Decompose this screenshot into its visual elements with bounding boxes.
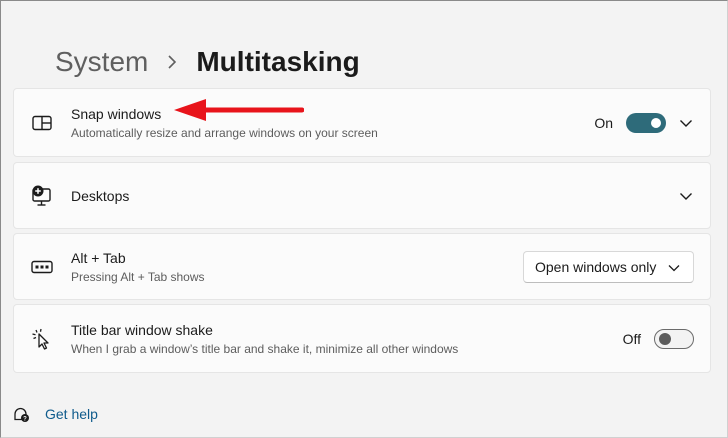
chevron-down-icon[interactable] <box>678 115 694 131</box>
chevron-down-icon[interactable] <box>678 188 694 204</box>
title-bar-shake-state-label: Off <box>622 330 641 347</box>
desktop-add-icon <box>30 184 54 208</box>
page-title: Multitasking <box>196 46 360 77</box>
snap-layout-icon <box>30 111 54 135</box>
annotation-arrow <box>174 99 304 121</box>
svg-text:?: ? <box>23 416 27 422</box>
desktops-title: Desktops <box>71 187 130 204</box>
get-help[interactable]: ? Get help <box>12 405 98 423</box>
alt-tab-title: Alt + Tab <box>71 249 126 266</box>
help-chat-icon: ? <box>14 407 29 422</box>
keyboard-icon <box>30 255 54 279</box>
breadcrumb-system[interactable]: System <box>55 46 148 78</box>
snap-windows-card[interactable]: Snap windows Automatically resize and ar… <box>13 88 711 157</box>
title-bar-shake-toggle[interactable] <box>654 328 694 349</box>
alt-tab-dropdown-value: Open windows only <box>535 258 657 275</box>
breadcrumb-separator-icon <box>166 55 178 69</box>
snap-windows-state-label: On <box>594 114 613 131</box>
title-bar-shake-title: Title bar window shake <box>71 321 213 338</box>
snap-windows-toggle[interactable] <box>626 112 666 133</box>
alt-tab-dropdown[interactable]: Open windows only <box>523 250 694 283</box>
title-bar-shake-card: Title bar window shake When I grab a win… <box>13 304 711 373</box>
breadcrumb: System Multitasking <box>55 42 360 82</box>
chevron-down-icon <box>668 264 680 271</box>
alt-tab-description: Pressing Alt + Tab shows <box>71 269 205 284</box>
snap-windows-description: Automatically resize and arrange windows… <box>71 125 378 140</box>
alt-tab-card: Alt + Tab Pressing Alt + Tab shows Open … <box>13 233 711 300</box>
get-help-link[interactable]: Get help <box>45 406 98 422</box>
desktops-card[interactable]: Desktops <box>13 162 711 229</box>
cursor-shake-icon <box>30 327 54 351</box>
title-bar-shake-description: When I grab a window’s title bar and sha… <box>71 341 459 356</box>
